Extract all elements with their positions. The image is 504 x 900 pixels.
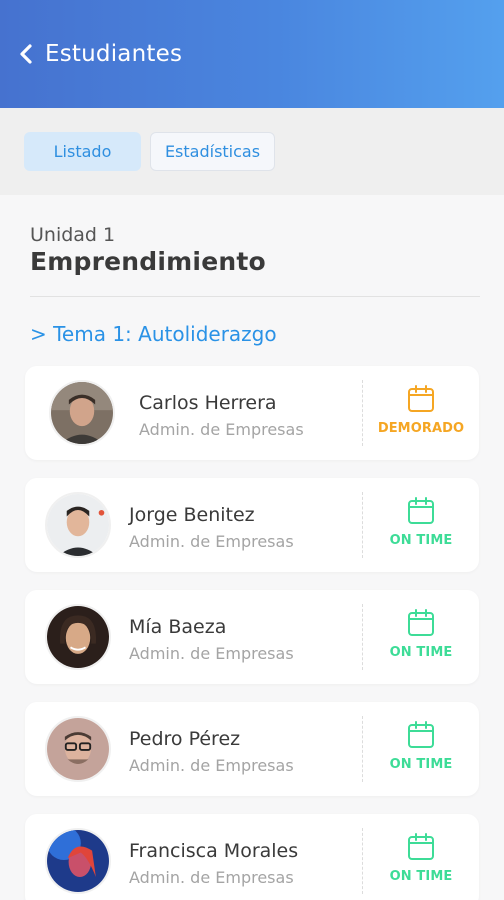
status-indicator: ON TIME (370, 720, 472, 780)
student-name: Francisca Morales (129, 840, 299, 862)
app-header: Estudiantes (0, 0, 504, 108)
status-indicator: ON TIME (370, 496, 472, 556)
student-career: Admin. de Empresas (129, 756, 294, 775)
calendar-icon (406, 496, 436, 526)
card-separator (362, 492, 363, 558)
card-separator (362, 716, 363, 782)
back-button[interactable] (16, 42, 36, 66)
status-label: ON TIME (389, 533, 453, 548)
student-card[interactable]: Mía Baeza Admin. de Empresas ON TIME (25, 590, 479, 684)
chevron-left-icon (20, 44, 32, 64)
page-title: Estudiantes (45, 41, 183, 67)
student-card[interactable]: Pedro Pérez Admin. de Empresas ON TIME (25, 702, 479, 796)
student-career: Admin. de Empresas (139, 420, 304, 439)
calendar-icon (406, 720, 436, 750)
student-card[interactable]: Jorge Benitez Admin. de Empresas ON TIME (25, 478, 479, 572)
status-indicator: ON TIME (370, 832, 472, 892)
student-career: Admin. de Empresas (129, 868, 294, 887)
student-card[interactable]: Carlos Herrera Admin. de Empresas DEMORA… (25, 366, 479, 460)
avatar (45, 716, 111, 782)
avatar (45, 492, 111, 558)
student-name: Mía Baeza (129, 616, 227, 638)
card-separator (362, 380, 363, 446)
student-name: Jorge Benitez (129, 504, 255, 526)
unit-title: Emprendimiento (30, 247, 266, 276)
status-indicator: ON TIME (370, 608, 472, 668)
status-label: ON TIME (389, 869, 453, 884)
student-career: Admin. de Empresas (129, 532, 294, 551)
tab-listado[interactable]: Listado (24, 132, 141, 171)
topic-link[interactable]: > Tema 1: Autoliderazgo (30, 322, 277, 346)
calendar-icon (406, 608, 436, 638)
status-indicator: DEMORADO (370, 384, 472, 444)
tab-bar: Listado Estadísticas (0, 108, 504, 195)
avatar (45, 604, 111, 670)
unit-label: Unidad 1 (30, 224, 116, 246)
tab-estadisticas[interactable]: Estadísticas (150, 132, 275, 171)
avatar (45, 828, 111, 894)
calendar-icon (406, 384, 436, 414)
student-card[interactable]: Francisca Morales Admin. de Empresas ON … (25, 814, 479, 900)
status-label: ON TIME (389, 645, 453, 660)
calendar-icon (406, 832, 436, 862)
student-career: Admin. de Empresas (129, 644, 294, 663)
card-separator (362, 604, 363, 670)
status-label: ON TIME (389, 757, 453, 772)
divider (30, 296, 480, 297)
status-label: DEMORADO (377, 421, 465, 436)
student-name: Carlos Herrera (139, 392, 277, 414)
card-separator (362, 828, 363, 894)
student-name: Pedro Pérez (129, 728, 241, 750)
avatar (49, 380, 115, 446)
